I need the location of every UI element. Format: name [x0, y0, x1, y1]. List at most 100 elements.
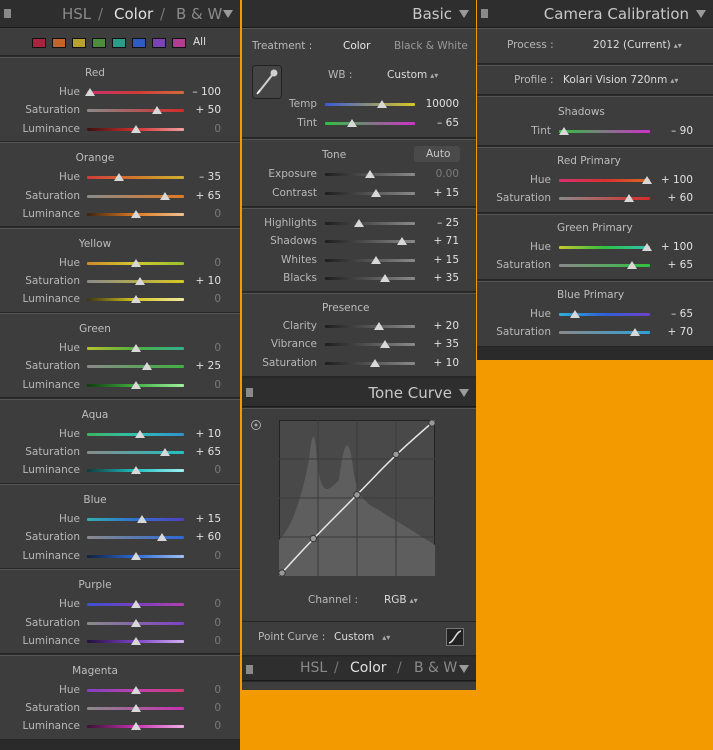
shadows-tint-slider-thumb[interactable] — [558, 127, 569, 135]
auto-button[interactable]: Auto — [414, 146, 460, 162]
blue_primary-hue-slider-thumb[interactable] — [570, 310, 581, 318]
green_primary-saturation-value[interactable]: + 65 — [668, 259, 694, 271]
magenta-hue-slider-thumb[interactable] — [130, 685, 141, 694]
camera-calibration-header[interactable]: Camera Calibration — [477, 0, 713, 28]
saturation-value[interactable]: + 10 — [434, 357, 460, 369]
blue-hue-value[interactable]: + 15 — [196, 513, 222, 525]
blue-hue-slider-thumb[interactable] — [137, 515, 148, 523]
red-hue-value[interactable]: – 100 — [192, 86, 221, 98]
yellow-saturation-value[interactable]: + 10 — [196, 275, 222, 287]
blue-luminance-value[interactable]: 0 — [214, 550, 221, 562]
yellow-luminance-value[interactable]: 0 — [214, 293, 221, 305]
curve-control-point[interactable] — [279, 569, 286, 576]
temp-slider-thumb[interactable] — [376, 100, 387, 108]
green-hue-value[interactable]: 0 — [214, 342, 221, 354]
contrast-slider-track[interactable] — [325, 191, 415, 195]
collapse-triangle-icon[interactable] — [696, 10, 706, 18]
blacks-slider-thumb[interactable] — [380, 273, 391, 282]
curve-control-point[interactable] — [353, 491, 361, 499]
purple-hue-value[interactable]: 0 — [214, 598, 221, 610]
shadows-value[interactable]: + 71 — [434, 235, 460, 247]
whites-value[interactable]: + 15 — [434, 254, 460, 266]
red-luminance-value[interactable]: 0 — [214, 123, 221, 135]
orange-hue-slider-track[interactable] — [87, 176, 184, 180]
color-swatch-3[interactable] — [92, 38, 106, 48]
orange-hue-slider-thumb[interactable] — [114, 173, 124, 182]
blue-saturation-slider-thumb[interactable] — [156, 533, 167, 542]
red-hue-slider-thumb[interactable] — [84, 88, 95, 96]
orange-luminance-value[interactable]: 0 — [214, 208, 221, 220]
green-saturation-slider-thumb[interactable] — [142, 362, 153, 371]
exposure-slider-thumb[interactable] — [365, 170, 375, 178]
purple-luminance-value[interactable]: 0 — [214, 635, 221, 647]
purple-saturation-slider-thumb[interactable] — [130, 618, 141, 627]
exposure-value[interactable]: 0.00 — [436, 168, 459, 180]
blue-hue-slider-track[interactable] — [87, 518, 184, 521]
aqua-hue-slider-thumb[interactable] — [135, 429, 146, 438]
blue-luminance-slider-thumb[interactable] — [130, 551, 141, 560]
green-luminance-value[interactable]: 0 — [214, 379, 221, 391]
process-select[interactable]: 2012 (Current) ▴▾ — [593, 39, 682, 51]
clarity-slider-track[interactable] — [325, 325, 415, 328]
tab-color[interactable]: Color — [114, 5, 153, 23]
red_primary-hue-slider-track[interactable] — [559, 179, 650, 182]
bottom-tab-color[interactable]: Color — [350, 660, 387, 676]
vibrance-value[interactable]: + 35 — [434, 338, 460, 350]
hsl-panel-header[interactable]: HSL / Color / B & W — [0, 0, 240, 28]
tint-value[interactable]: – 65 — [437, 117, 459, 129]
blue-saturation-value[interactable]: + 60 — [196, 531, 222, 543]
green-saturation-value[interactable]: + 25 — [196, 360, 222, 372]
whites-slider-track[interactable] — [325, 258, 415, 262]
shadows-tint-value[interactable]: – 90 — [671, 125, 693, 137]
collapse-triangle-icon[interactable] — [459, 10, 469, 18]
saturation-slider-thumb[interactable] — [369, 358, 380, 367]
shadows-slider-thumb[interactable] — [396, 237, 407, 246]
blue_primary-hue-value[interactable]: – 65 — [671, 308, 693, 320]
color-swatch-0[interactable] — [32, 38, 46, 48]
curve-control-point[interactable] — [309, 534, 318, 543]
hsl-bottom-header[interactable]: HSL / Color / B & W — [242, 657, 476, 681]
color-swatch-7[interactable] — [172, 38, 186, 48]
magenta-saturation-value[interactable]: 0 — [214, 702, 221, 714]
collapse-triangle-icon[interactable] — [459, 389, 469, 397]
collapse-triangle-icon[interactable] — [223, 10, 233, 18]
point-curve-select[interactable]: Custom ▴▾ — [334, 631, 390, 643]
tint-slider-track[interactable] — [325, 122, 415, 125]
green-saturation-slider-track[interactable] — [87, 365, 184, 369]
green_primary-saturation-slider-thumb[interactable] — [626, 261, 637, 269]
red_primary-hue-value[interactable]: + 100 — [661, 174, 693, 186]
target-adjust-icon[interactable] — [250, 419, 262, 431]
panel-switch-icon[interactable] — [481, 9, 488, 18]
channel-select[interactable]: RGB ▴▾ — [384, 594, 418, 606]
blue_primary-saturation-slider-thumb[interactable] — [629, 328, 640, 336]
basic-panel-header[interactable]: Basic — [242, 0, 476, 28]
aqua-luminance-value[interactable]: 0 — [214, 464, 221, 476]
color-swatch-2[interactable] — [72, 38, 86, 48]
purple-saturation-value[interactable]: 0 — [214, 617, 221, 629]
tab-bw[interactable]: B & W — [176, 5, 222, 23]
contrast-value[interactable]: + 15 — [434, 187, 460, 199]
vibrance-slider-thumb[interactable] — [380, 340, 391, 349]
vibrance-slider-track[interactable] — [325, 343, 415, 347]
all-colors-button[interactable]: All — [193, 36, 206, 48]
edit-point-curve-icon[interactable] — [446, 628, 464, 646]
red-saturation-value[interactable]: + 50 — [196, 104, 222, 116]
highlights-slider-thumb[interactable] — [354, 219, 365, 227]
aqua-saturation-value[interactable]: + 65 — [196, 446, 222, 458]
clarity-value[interactable]: + 20 — [434, 320, 460, 332]
orange-hue-value[interactable]: – 35 — [199, 171, 221, 183]
aqua-saturation-slider-thumb[interactable] — [159, 447, 170, 456]
color-swatch-6[interactable] — [152, 38, 166, 48]
aqua-hue-value[interactable]: + 10 — [196, 428, 222, 440]
green_primary-hue-slider-track[interactable] — [559, 246, 650, 249]
tone-curve-graph[interactable] — [279, 420, 435, 576]
blue_primary-saturation-value[interactable]: + 70 — [668, 326, 694, 338]
orange-saturation-value[interactable]: + 65 — [196, 190, 222, 202]
purple-luminance-slider-thumb[interactable] — [130, 636, 141, 645]
eyedropper-icon[interactable] — [252, 65, 282, 99]
red-hue-slider-track[interactable] — [87, 91, 184, 94]
blacks-value[interactable]: + 35 — [434, 272, 460, 284]
panel-switch-icon[interactable] — [4, 9, 11, 18]
yellow-luminance-slider-thumb[interactable] — [130, 295, 141, 304]
red_primary-saturation-slider-track[interactable] — [559, 197, 650, 200]
